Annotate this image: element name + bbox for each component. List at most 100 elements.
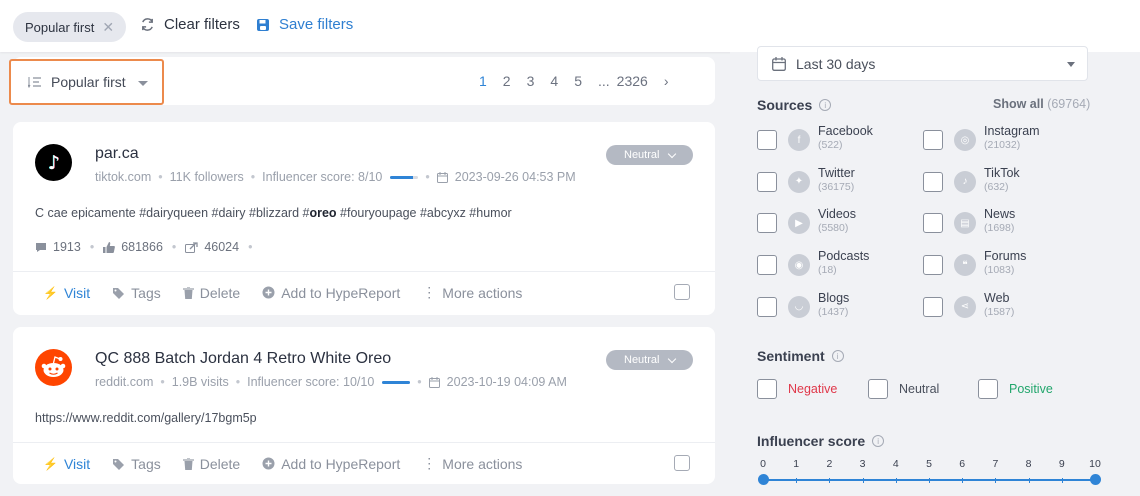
source-option-blogs[interactable]: ◡ Blogs (1437) [757,291,917,323]
info-icon[interactable]: i [819,99,832,111]
info-icon[interactable]: i [872,435,885,447]
source-option-news[interactable]: ▤ News (1698) [923,207,1083,239]
clear-filters-button[interactable]: Clear filters [140,16,240,33]
plus-circle-icon [262,457,275,470]
visit-button[interactable]: ⚡ Visit [43,456,90,472]
sort-select[interactable]: Popular first [9,59,164,105]
source-checkbox[interactable] [923,296,943,317]
delete-button[interactable]: Delete [182,456,240,472]
post-date: 2023-10-19 04:09 AM [446,375,567,389]
source-name: Twitter [818,165,855,180]
source-checkbox[interactable] [923,213,943,234]
source-count: (522) [818,139,843,151]
source-checkbox[interactable] [757,296,777,317]
select-post-checkbox[interactable] [674,284,690,300]
source-option-podcasts[interactable]: ◉ Podcasts (18) [757,249,917,281]
source-count: (1587) [984,305,1015,318]
source-option-tiktok[interactable]: ♪ TikTok (632) [923,166,1083,198]
source-option-instagram[interactable]: ◎ Instagram (21032) [923,124,1083,156]
slider-max-handle[interactable] [1090,474,1101,485]
more-actions-label: More actions [442,455,523,472]
share-icon: ⋖ [954,295,976,318]
mention-card: QC 888 Batch Jordan 4 Retro White Oreo r… [13,327,715,484]
neutral-checkbox[interactable] [868,379,888,399]
save-filters-button[interactable]: Save filters [256,16,353,33]
visit-button[interactable]: ⚡ Visit [43,285,90,301]
source-checkbox[interactable] [757,213,777,234]
source-count: (1083) [984,264,1015,277]
shares-count: 46024 [204,240,240,254]
tick-mark [862,478,864,483]
comments-count: 1913 [53,240,81,254]
add-to-hypereport-label: Add to HypeReport [281,455,401,472]
source-checkbox[interactable] [923,130,943,150]
tags-button[interactable]: Tags [112,285,161,301]
page-3-link[interactable]: 3 [527,73,535,89]
info-icon[interactable]: i [831,350,844,362]
post-source[interactable]: tiktok.com [95,170,151,184]
tag-icon [113,458,125,470]
source-name: Forums [984,249,1027,264]
page-last-link[interactable]: 2326 [617,73,648,89]
svg-text:♪: ♪ [48,152,60,174]
sources-heading: Sources i [757,97,832,113]
sentiment-title: Sentiment [757,348,825,364]
source-option-facebook[interactable]: f Facebook (522) [757,124,917,156]
page-4-link[interactable]: 4 [550,73,558,89]
source-option-forums[interactable]: ❝ Forums (1083) [923,249,1083,281]
source-checkbox[interactable] [757,171,777,192]
post-actions: ⚡ Visit Tags Delete Add to HypeReport ⋮ … [13,442,715,484]
positive-label: Positive [1009,382,1053,396]
slider-min-handle[interactable] [758,474,769,485]
next-page-icon[interactable]: › [664,73,669,89]
post-text-part: #fouryoupage #abcyxz #humor [336,206,512,220]
trash-icon [182,457,194,470]
source-checkbox[interactable] [923,255,943,276]
show-all-sources-link[interactable]: Show all (69764) [993,97,1090,111]
page-5-link[interactable]: 5 [574,73,582,89]
page-2-link[interactable]: 2 [503,73,511,89]
add-to-hypereport-label: Add to HypeReport [281,284,401,301]
active-filter-chip[interactable]: Popular first ✕ [13,12,127,42]
positive-checkbox[interactable] [978,379,998,399]
close-icon[interactable]: ✕ [102,19,114,36]
source-option-web[interactable]: ⋖ Web (1587) [923,291,1083,323]
post-title[interactable]: QC 888 Batch Jordan 4 Retro White Oreo [95,350,391,368]
influencer-score-bar [382,380,411,384]
tags-button[interactable]: Tags [112,456,161,472]
clear-filters-label: Clear filters [164,16,240,33]
show-all-count: (69764) [1047,97,1091,111]
source-option-twitter[interactable]: ✦ Twitter (36175) [757,166,917,198]
more-actions-button[interactable]: ⋮ More actions [422,455,522,472]
source-option-videos[interactable]: ▶ Videos (5580) [757,207,917,239]
source-checkbox[interactable] [923,171,943,192]
source-checkbox[interactable] [757,255,777,276]
post-text-highlight: oreo [309,206,337,220]
chevron-down-icon [1067,62,1075,67]
delete-button[interactable]: Delete [182,285,240,301]
negative-checkbox[interactable] [757,379,777,399]
add-to-hypereport-button[interactable]: Add to HypeReport [262,456,400,472]
chip-label: Popular first [25,19,95,35]
select-post-checkbox[interactable] [674,455,690,471]
page-1-link[interactable]: 1 [479,73,487,89]
tiktok-icon: ♪ [954,170,976,193]
source-checkbox[interactable] [757,130,777,150]
sentiment-negative-option[interactable]: Negative [757,379,837,399]
post-meta: tiktok.com • 11K followers • Influencer … [95,170,576,184]
sentiment-positive-option[interactable]: Positive [978,379,1053,399]
date-range-label: Last 30 days [796,55,876,72]
date-range-select[interactable]: Last 30 days [757,46,1088,81]
sentiment-dropdown[interactable]: Neutral [606,350,693,370]
more-actions-button[interactable]: ⋮ More actions [422,284,522,301]
add-to-hypereport-button[interactable]: Add to HypeReport [262,285,400,301]
tick-mark [995,478,997,483]
post-title[interactable]: par.ca [95,145,139,163]
sentiment-label: Neutral [624,149,660,161]
sentiment-neutral-option[interactable]: Neutral [868,379,939,399]
twitter-icon: ✦ [788,170,810,193]
post-source[interactable]: reddit.com [95,375,153,389]
reddit-icon [35,349,72,386]
sentiment-dropdown[interactable]: Neutral [606,145,693,165]
show-all-label: Show all [993,97,1044,111]
